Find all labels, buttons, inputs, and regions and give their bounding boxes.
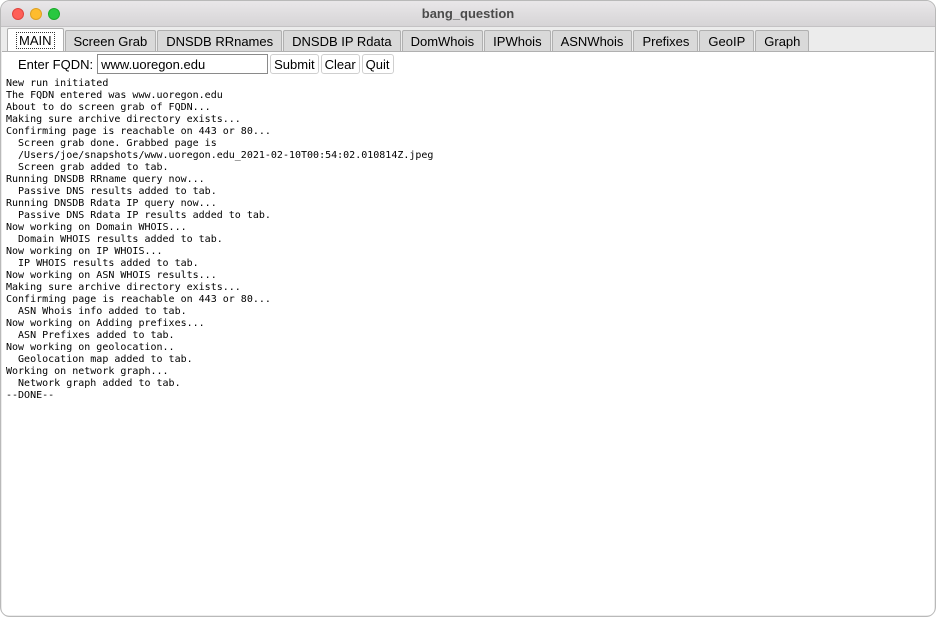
tab-ipwhois[interactable]: IPWhois (484, 30, 551, 52)
log-line: /Users/joe/snapshots/www.uoregon.edu_202… (6, 150, 434, 161)
log-line: Working on network graph... (6, 366, 169, 377)
log-line: Network graph added to tab. (6, 378, 181, 389)
submit-button[interactable]: Submit (270, 54, 319, 74)
log-line: Now working on Adding prefixes... (6, 318, 205, 329)
tab-bar: MAIN Screen Grab DNSDB RRnames DNSDB IP … (7, 28, 929, 52)
log-line: Running DNSDB RRname query now... (6, 174, 205, 185)
log-line: Now working on IP WHOIS... (6, 246, 163, 257)
fqdn-label: Enter FQDN: (18, 56, 94, 72)
log-line: --DONE-- (6, 390, 55, 401)
quit-button[interactable]: Quit (361, 54, 394, 74)
log-line: Screen grab added to tab. (6, 162, 169, 173)
log-line: Now working on ASN WHOIS results... (6, 270, 217, 281)
log-line: Making sure archive directory exists... (6, 282, 241, 293)
window-title: bang_question (421, 6, 515, 21)
log-line: Making sure archive directory exists... (6, 114, 241, 125)
tab-prefixes[interactable]: Prefixes (633, 30, 699, 52)
tab-dnsdb-rrnames[interactable]: DNSDB RRnames (157, 30, 283, 52)
tab-main[interactable]: MAIN (7, 28, 64, 52)
app-window: bang_question MAIN Screen Grab DNSDB RRn… (0, 0, 936, 617)
tab-screen-grab[interactable]: Screen Grab (64, 30, 157, 52)
log-line: Now working on Domain WHOIS... (6, 222, 187, 233)
log-line: About to do screen grab of FQDN... (6, 102, 211, 113)
log-line: ASN Prefixes added to tab. (6, 330, 175, 341)
tab-graph[interactable]: Graph (755, 30, 810, 52)
log-line: Confirming page is reachable on 443 or 8… (6, 294, 271, 305)
log-line: IP WHOIS results added to tab. (6, 258, 199, 269)
log-line: ASN Whois info added to tab. (6, 306, 187, 317)
log-line: Passive DNS results added to tab. (6, 186, 217, 197)
fqdn-form: Enter FQDN: Submit Clear Quit (18, 53, 394, 75)
log-line: New run initiated (6, 78, 109, 89)
main-tab-panel: Enter FQDN: Submit Clear Quit New run in… (2, 51, 934, 615)
log-line: The FQDN entered was www.uoregon.edu (6, 90, 223, 101)
title-bar: bang_question (1, 1, 935, 27)
tab-geoip[interactable]: GeoIP (699, 30, 755, 52)
tab-asnwhois[interactable]: ASNWhois (551, 30, 633, 52)
log-line: Passive DNS Rdata IP results added to ta… (6, 210, 271, 221)
log-line: Geolocation map added to tab. (6, 354, 193, 365)
fqdn-input[interactable] (97, 54, 269, 74)
log-line: Screen grab done. Grabbed page is (6, 138, 217, 149)
tab-dnsdb-ip-rdata[interactable]: DNSDB IP Rdata (283, 30, 401, 52)
log-line: Running DNSDB Rdata IP query now... (6, 198, 217, 209)
log-line: Now working on geolocation.. (6, 342, 175, 353)
tab-domwhois[interactable]: DomWhois (401, 30, 484, 52)
log-line: Confirming page is reachable on 443 or 8… (6, 126, 271, 137)
output-log: New run initiated The FQDN entered was ww… (6, 78, 930, 402)
tab-main-label: MAIN (16, 32, 55, 49)
log-line: Domain WHOIS results added to tab. (6, 234, 223, 245)
clear-button[interactable]: Clear (320, 54, 360, 74)
